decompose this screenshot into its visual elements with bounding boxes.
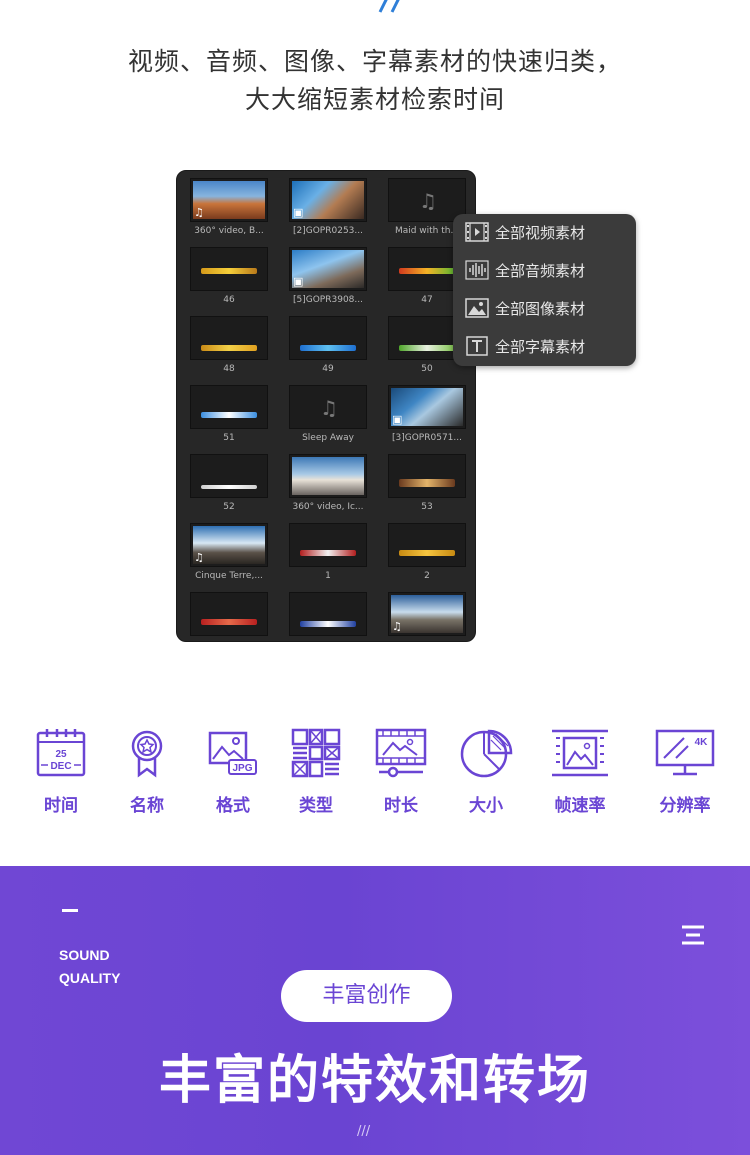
media-caption: 52: [223, 502, 235, 512]
media-caption: 2: [424, 571, 430, 581]
quality-label: QUALITY: [59, 970, 121, 986]
media-thumbnail: ♫: [289, 385, 367, 429]
film-icon: [465, 222, 489, 242]
image-glyph-icon: ▣: [293, 206, 304, 219]
image-icon: [465, 298, 489, 318]
calendar-month: DEC: [50, 761, 71, 772]
menu-item-label: 全部图像素材: [495, 300, 586, 318]
headline-line-2: 大大缩短素材检索时间: [244, 85, 505, 114]
rich-creation-badge: 丰富创作: [281, 970, 452, 1022]
pie-size-icon: [460, 729, 513, 778]
grid-type-icon: [291, 728, 341, 778]
music-note-icon: ♫: [392, 620, 402, 633]
menu-item-all-subtitle[interactable]: 全部字幕素材: [465, 332, 630, 360]
image-format-icon: JPG: [208, 731, 257, 775]
menu-item-label: 全部字幕素材: [495, 338, 586, 356]
media-thumbnail: [388, 523, 466, 567]
menu-item-all-image[interactable]: 全部图像素材: [465, 294, 630, 322]
feature-label: 类型: [299, 796, 333, 816]
calendar-day: 25: [55, 749, 67, 760]
media-caption: 360° video, B...: [194, 226, 264, 236]
format-badge-text: JPG: [232, 763, 252, 774]
monitor-resolution-icon: 4K: [655, 729, 715, 776]
menu-item-label: 全部音频素材: [495, 262, 586, 280]
decorative-slash-icon: [378, 0, 400, 13]
feature-label: 大小: [469, 796, 503, 816]
media-filter-menu: 全部视频素材 全部音频素材 全部图像素材 全部字幕素材: [453, 214, 636, 366]
menu-item-label: 全部视频素材: [495, 224, 586, 242]
media-thumbnail: [190, 385, 268, 429]
media-thumbnail: [190, 454, 268, 498]
waveform-icon: [465, 260, 489, 280]
sort-by-name: 名称: [107, 728, 187, 816]
media-thumbnail: ♫: [190, 178, 268, 222]
media-library-panel: ♫ 360° video, B... ▣ [2]GOPR0253... ♫ Ma…: [176, 170, 476, 642]
media-thumbnail: [289, 454, 367, 498]
media-thumbnail: ▣: [388, 385, 466, 429]
media-thumbnail: ♫: [190, 523, 268, 567]
media-caption: Sleep Away: [302, 433, 354, 443]
feature-label: 时长: [384, 796, 418, 816]
media-thumbnail: ♫: [388, 592, 466, 636]
decorative-slashes: ///: [357, 1124, 371, 1139]
media-thumbnail: [190, 316, 268, 360]
music-note-icon: ♫: [194, 551, 204, 564]
sound-label: SOUND: [59, 947, 110, 963]
media-thumbnail: [190, 247, 268, 291]
media-thumbnail: ♫: [388, 178, 466, 222]
media-caption: 1: [325, 571, 331, 581]
sort-by-duration: 时长: [361, 728, 441, 816]
film-duration-icon: [375, 728, 427, 778]
media-caption: 51: [223, 433, 235, 443]
music-note-icon: ♫: [194, 206, 204, 219]
media-caption: 48: [223, 364, 235, 374]
media-thumbnail: ▣: [289, 178, 367, 222]
media-caption: 50: [421, 364, 433, 374]
sort-by-size: 大小: [446, 728, 526, 816]
resolution-badge-text: 4K: [695, 737, 709, 748]
media-caption: 53: [421, 502, 433, 512]
image-glyph-icon: ▣: [392, 413, 403, 426]
media-thumbnail: [190, 592, 268, 636]
feature-label: 格式: [216, 796, 250, 816]
badge-icon: [131, 730, 163, 778]
menu-icon[interactable]: [680, 924, 706, 946]
media-thumbnail: [289, 523, 367, 567]
media-thumbnail: ▣: [289, 247, 367, 291]
sort-by-framerate: 帧速率: [540, 728, 620, 816]
sort-by-type: 类型: [276, 728, 356, 816]
feature-label: 名称: [130, 796, 164, 816]
sort-by-resolution: 4K 分辨率: [645, 728, 725, 816]
music-note-icon: ♫: [419, 189, 437, 213]
media-caption: 49: [322, 364, 334, 374]
media-caption: 360° video, Ic...: [292, 502, 364, 512]
image-glyph-icon: ▣: [293, 275, 304, 288]
media-thumbnail: [289, 316, 367, 360]
sort-by-format: JPG 格式: [193, 728, 273, 816]
menu-item-all-video[interactable]: 全部视频素材: [465, 218, 630, 246]
menu-item-all-audio[interactable]: 全部音频素材: [465, 256, 630, 284]
sort-by-time: 25 DEC 时间: [21, 728, 101, 816]
music-note-icon: ♫: [320, 396, 338, 420]
media-caption: 46: [223, 295, 235, 305]
feature-label: 时间: [44, 796, 78, 816]
media-caption: [3]GOPR0571...: [392, 433, 462, 443]
effects-transitions-title: 丰富的特效和转场: [158, 1051, 591, 1111]
media-caption: Cinque Terre,...: [195, 571, 263, 581]
feature-label: 分辨率: [659, 796, 711, 816]
media-thumbnail: [388, 454, 466, 498]
feature-label: 帧速率: [554, 796, 606, 816]
text-icon: [466, 336, 488, 356]
decorative-dash: [62, 909, 78, 912]
calendar-icon: 25 DEC: [36, 729, 86, 777]
media-caption: [5]GOPR3908...: [293, 295, 363, 305]
headline-line-1: 视频、音频、图像、字幕素材的快速归类，: [127, 47, 622, 76]
media-thumbnail: [289, 592, 367, 636]
framerate-icon: [552, 729, 608, 777]
promo-section: SOUND QUALITY 丰富创作 丰富的特效和转场 ///: [0, 866, 750, 1155]
sound-quality-label: SOUND QUALITY: [59, 944, 120, 990]
media-caption: [2]GOPR0253...: [293, 226, 363, 236]
